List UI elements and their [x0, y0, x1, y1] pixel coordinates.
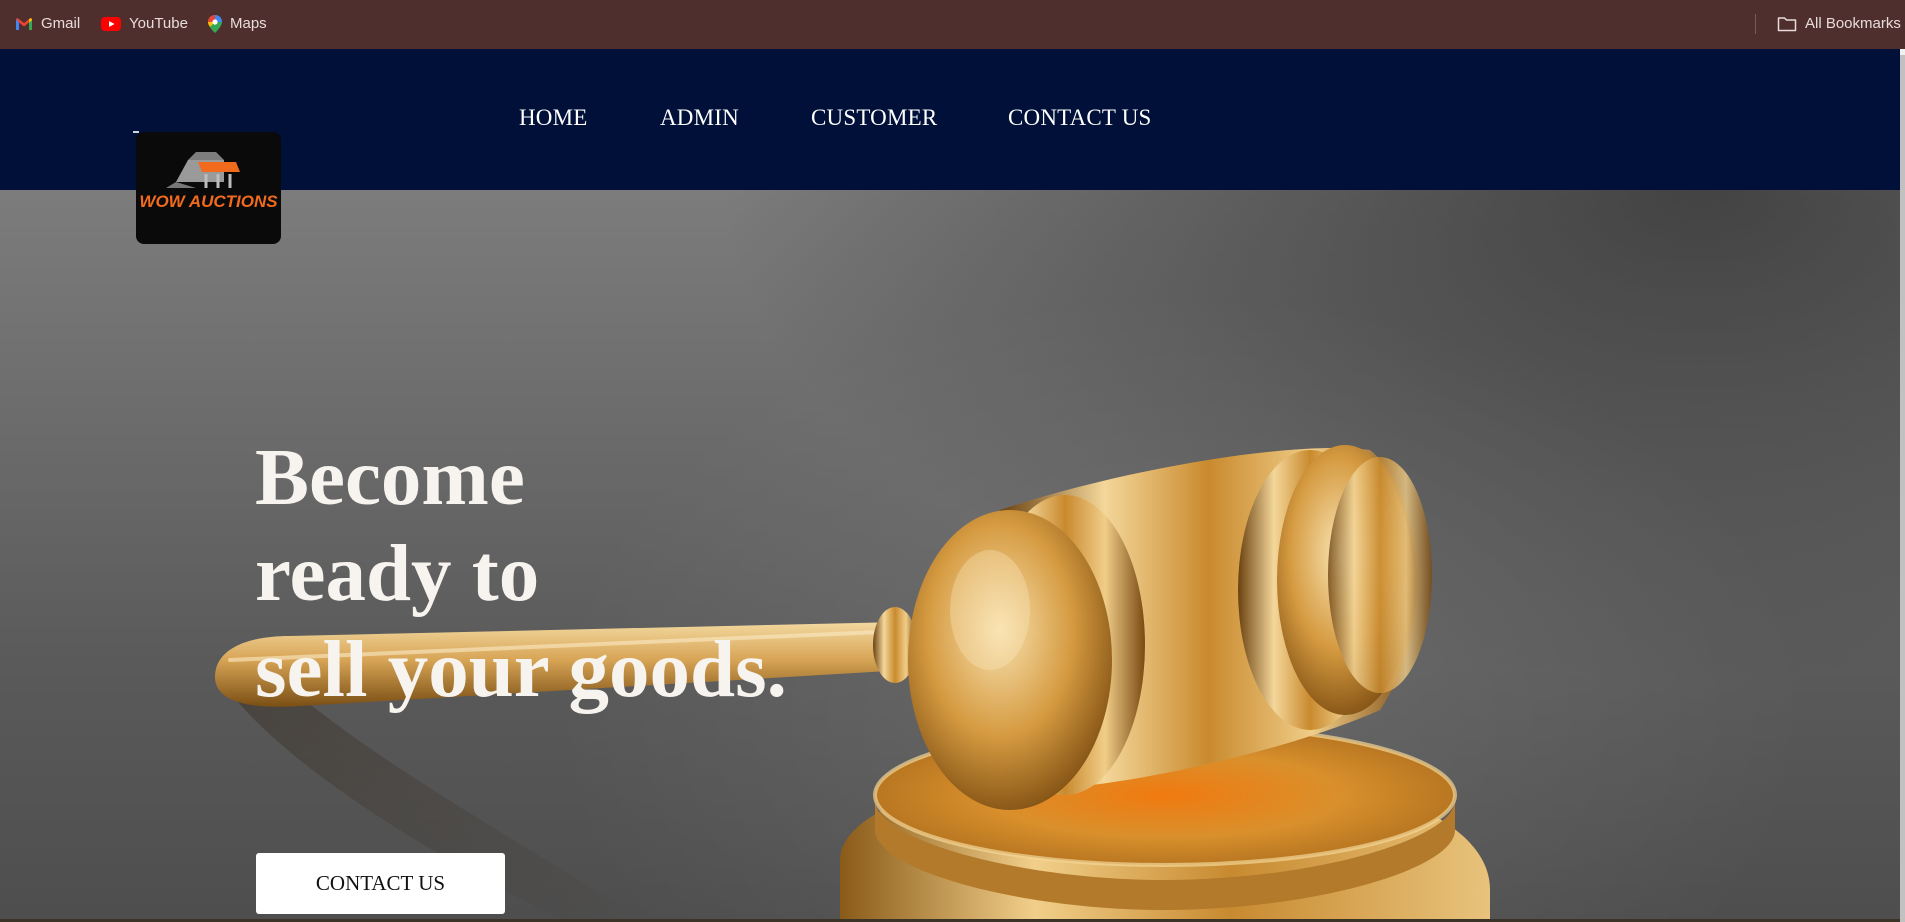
bookmark-maps[interactable]: Maps: [208, 0, 267, 47]
youtube-icon: [101, 16, 121, 31]
bookmark-label: YouTube: [129, 15, 188, 32]
contact-us-button[interactable]: CONTACT US: [256, 853, 505, 914]
all-bookmarks-button[interactable]: All Bookmarks: [1777, 0, 1901, 47]
nav-contact-us-link[interactable]: CONTACT US: [1008, 105, 1152, 131]
nav-home-link[interactable]: HOME: [519, 105, 588, 131]
scrollbar-thumb[interactable]: [1900, 55, 1905, 922]
all-bookmarks-label: All Bookmarks: [1805, 15, 1901, 32]
hero-heading-line: sell your goods.: [255, 624, 787, 714]
bookmarks-divider: [1755, 14, 1756, 34]
bookmark-label: Maps: [230, 15, 267, 32]
bookmark-youtube[interactable]: YouTube: [101, 0, 188, 47]
bookmarks-bar: Gmail YouTube Maps All Bookmarks: [0, 0, 1905, 49]
nav-customer-link[interactable]: CUSTOMER: [811, 105, 937, 131]
site-navbar: HOME ADMIN CUSTOMER CONTACT US: [0, 49, 1900, 190]
shop-stall-logo: WOW AUCTIONS: [139, 152, 278, 211]
hero-heading: Become ready to sell your goods.: [255, 429, 955, 717]
bookmark-gmail[interactable]: Gmail: [15, 0, 80, 47]
svg-text:WOW AUCTIONS: WOW AUCTIONS: [139, 192, 278, 211]
site-logo[interactable]: WOW AUCTIONS: [136, 132, 281, 244]
nav-admin-link[interactable]: ADMIN: [660, 105, 739, 131]
page-viewport: HOME ADMIN CUSTOMER CONTACT US WOW AUCTI…: [0, 49, 1900, 919]
maps-icon: [208, 14, 222, 33]
page-scrollbar[interactable]: [1900, 49, 1905, 922]
bookmark-label: Gmail: [41, 15, 81, 32]
hero-heading-line: Become: [255, 432, 525, 522]
hero-heading-line: ready to: [255, 528, 540, 618]
folder-icon: [1777, 16, 1797, 32]
gmail-icon: [15, 17, 33, 31]
